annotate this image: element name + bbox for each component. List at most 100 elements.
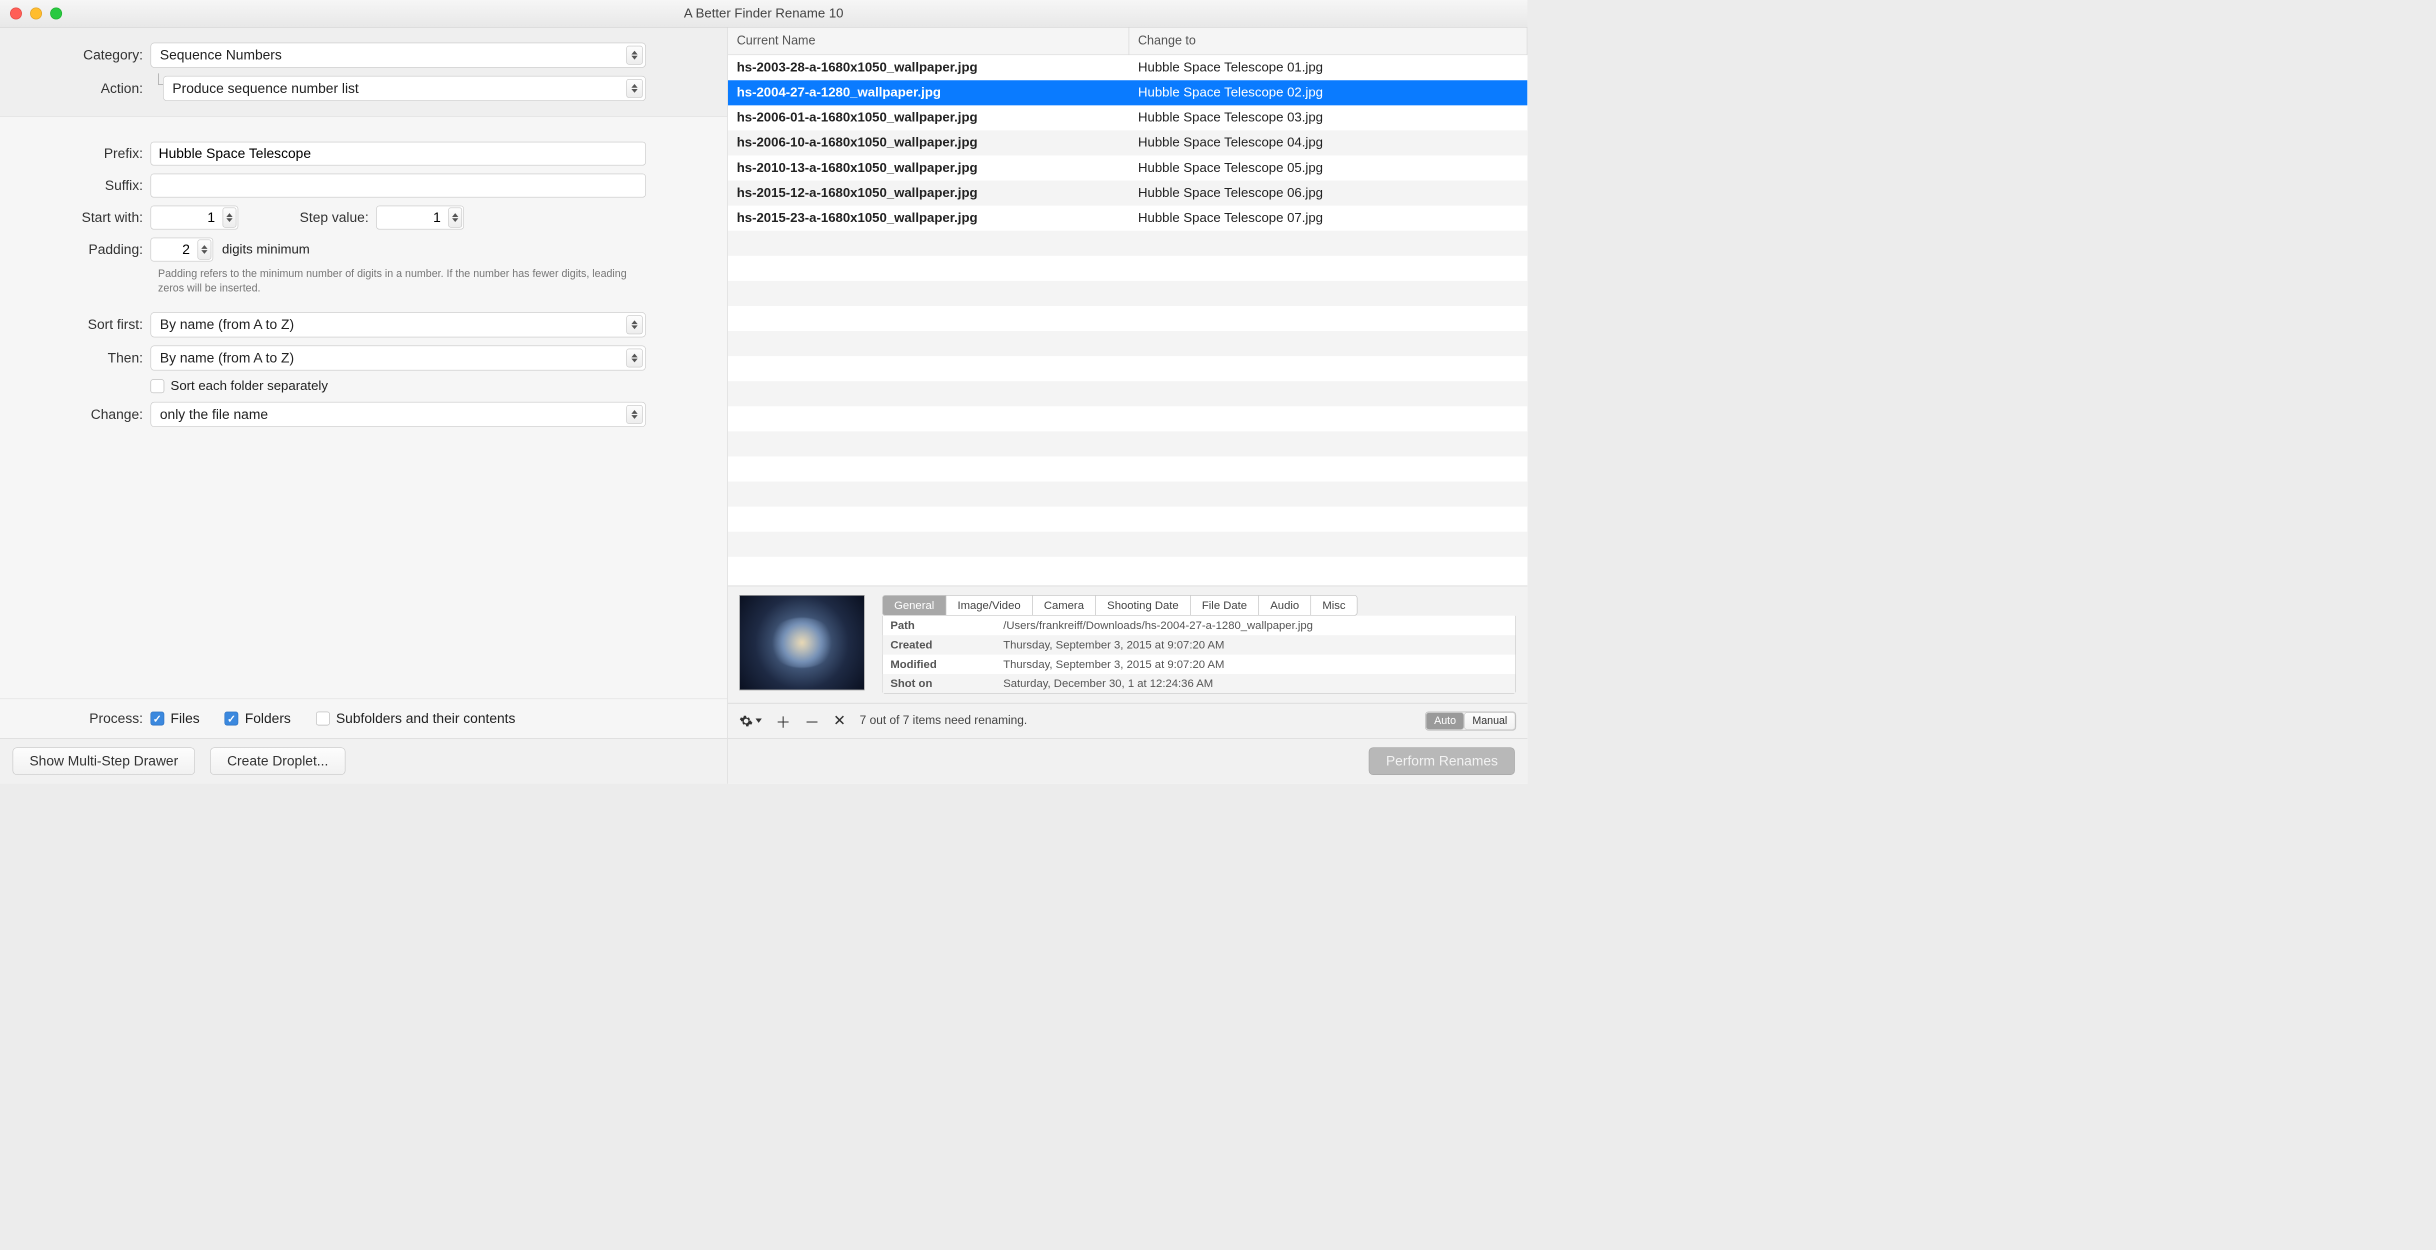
padding-help-text: Padding refers to the minimum number of … (158, 267, 641, 296)
detail-tab-image-video[interactable]: Image/Video (946, 596, 1032, 615)
process-folders-checkbox[interactable] (225, 712, 239, 726)
table-row[interactable]: hs-2010-13-a-1680x1050_wallpaper.jpgHubb… (728, 155, 1527, 180)
status-text: 7 out of 7 items need renaming. (860, 714, 1028, 728)
sort-first-select[interactable]: By name (from A to Z) (150, 312, 645, 337)
cell-current-name: hs-2004-27-a-1280_wallpaper.jpg (728, 85, 1129, 100)
add-button[interactable]: ＋ (776, 710, 791, 732)
preview-thumbnail (739, 595, 864, 690)
auto-toggle[interactable]: Auto (1426, 712, 1464, 730)
prefix-label: Prefix: (0, 145, 150, 161)
cell-change-to: Hubble Space Telescope 01.jpg (1129, 60, 1527, 75)
suffix-input[interactable] (150, 174, 645, 198)
sort-first-value: By name (from A to Z) (160, 317, 294, 333)
table-row[interactable] (728, 406, 1527, 431)
meta-modified-value: Thursday, September 3, 2015 at 9:07:20 A… (1003, 658, 1508, 671)
then-select[interactable]: By name (from A to Z) (150, 345, 645, 370)
chevron-updown-icon (626, 405, 642, 424)
detail-tab-misc[interactable]: Misc (1311, 596, 1357, 615)
table-row[interactable] (728, 231, 1527, 256)
gear-menu-button[interactable] (739, 714, 762, 728)
action-value: Produce sequence number list (172, 80, 358, 96)
manual-toggle[interactable]: Manual (1464, 712, 1515, 730)
table-row[interactable] (728, 331, 1527, 356)
sort-each-folder-checkbox[interactable] (150, 379, 164, 393)
sort-first-label: Sort first: (0, 317, 150, 333)
chevron-updown-icon (626, 349, 642, 368)
file-list[interactable]: hs-2003-28-a-1680x1050_wallpaper.jpgHubb… (728, 55, 1527, 585)
cell-current-name: hs-2003-28-a-1680x1050_wallpaper.jpg (728, 60, 1129, 75)
column-header-current-name[interactable]: Current Name (728, 28, 1129, 55)
table-header: Current Name Change to (728, 28, 1527, 56)
table-row[interactable] (728, 507, 1527, 532)
table-row[interactable] (728, 256, 1527, 281)
table-row[interactable]: hs-2003-28-a-1680x1050_wallpaper.jpgHubb… (728, 55, 1527, 80)
zoom-window-button[interactable] (50, 8, 62, 20)
table-row[interactable]: hs-2004-27-a-1280_wallpaper.jpgHubble Sp… (728, 80, 1527, 105)
suffix-label: Suffix: (0, 177, 150, 193)
process-subfolders-label: Subfolders and their contents (336, 710, 515, 726)
then-value: By name (from A to Z) (160, 350, 294, 366)
cell-current-name: hs-2006-10-a-1680x1050_wallpaper.jpg (728, 135, 1129, 150)
cell-change-to: Hubble Space Telescope 05.jpg (1129, 161, 1527, 176)
stepper-icon[interactable] (223, 208, 237, 228)
minimize-window-button[interactable] (30, 8, 42, 20)
change-label: Change: (0, 406, 150, 422)
table-row[interactable] (728, 456, 1527, 481)
detail-tab-shooting-date[interactable]: Shooting Date (1096, 596, 1191, 615)
process-label: Process: (0, 710, 150, 726)
meta-shot-on-key: Shot on (890, 677, 1003, 690)
meta-created-value: Thursday, September 3, 2015 at 9:07:20 A… (1003, 638, 1508, 651)
cell-current-name: hs-2010-13-a-1680x1050_wallpaper.jpg (728, 161, 1129, 176)
process-files-checkbox[interactable] (150, 712, 164, 726)
table-row[interactable] (728, 306, 1527, 331)
meta-path-value: /Users/frankreiff/Downloads/hs-2004-27-a… (1003, 619, 1508, 632)
table-row[interactable] (728, 356, 1527, 381)
table-row[interactable]: hs-2006-10-a-1680x1050_wallpaper.jpgHubb… (728, 130, 1527, 155)
table-row[interactable]: hs-2015-23-a-1680x1050_wallpaper.jpgHubb… (728, 206, 1527, 231)
stepper-icon[interactable] (448, 208, 462, 228)
table-row[interactable] (728, 532, 1527, 557)
table-row[interactable] (728, 381, 1527, 406)
action-label: Action: (0, 80, 150, 96)
process-folders-label: Folders (245, 710, 291, 726)
meta-modified-key: Modified (890, 658, 1003, 671)
table-row[interactable]: hs-2006-01-a-1680x1050_wallpaper.jpgHubb… (728, 105, 1527, 130)
cell-change-to: Hubble Space Telescope 06.jpg (1129, 186, 1527, 201)
clear-button[interactable]: ✕ (833, 712, 846, 730)
cell-change-to: Hubble Space Telescope 02.jpg (1129, 85, 1527, 100)
start-with-label: Start with: (0, 209, 150, 225)
table-row[interactable] (728, 482, 1527, 507)
prefix-input[interactable] (150, 142, 645, 166)
category-label: Category: (0, 47, 150, 63)
detail-tab-camera[interactable]: Camera (1033, 596, 1096, 615)
column-header-change-to[interactable]: Change to (1129, 28, 1527, 55)
table-row[interactable] (728, 431, 1527, 456)
process-subfolders-checkbox[interactable] (316, 712, 330, 726)
meta-path-key: Path (890, 619, 1003, 632)
table-row[interactable] (728, 281, 1527, 306)
create-droplet-button[interactable]: Create Droplet... (210, 747, 345, 775)
cell-change-to: Hubble Space Telescope 03.jpg (1129, 110, 1527, 125)
detail-tab-general[interactable]: General (883, 596, 946, 615)
perform-renames-button[interactable]: Perform Renames (1369, 747, 1515, 775)
stepper-icon[interactable] (198, 240, 212, 260)
chevron-updown-icon (626, 79, 642, 98)
remove-button[interactable]: － (804, 710, 819, 732)
detail-tab-file-date[interactable]: File Date (1191, 596, 1259, 615)
auto-manual-toggle[interactable]: Auto Manual (1425, 711, 1516, 730)
close-window-button[interactable] (10, 8, 22, 20)
cell-change-to: Hubble Space Telescope 04.jpg (1129, 135, 1527, 150)
category-select[interactable]: Sequence Numbers (150, 43, 645, 68)
table-row[interactable]: hs-2015-12-a-1680x1050_wallpaper.jpgHubb… (728, 181, 1527, 206)
change-value: only the file name (160, 406, 268, 422)
detail-tab-audio[interactable]: Audio (1259, 596, 1311, 615)
show-multistep-drawer-button[interactable]: Show Multi-Step Drawer (13, 747, 196, 775)
change-select[interactable]: only the file name (150, 402, 645, 427)
then-label: Then: (0, 350, 150, 366)
title-bar: A Better Finder Rename 10 (0, 0, 1527, 28)
digits-minimum-label: digits minimum (222, 242, 310, 257)
action-select[interactable]: Produce sequence number list (163, 76, 646, 101)
cell-change-to: Hubble Space Telescope 07.jpg (1129, 211, 1527, 226)
padding-label: Padding: (0, 241, 150, 257)
cell-current-name: hs-2006-01-a-1680x1050_wallpaper.jpg (728, 110, 1129, 125)
